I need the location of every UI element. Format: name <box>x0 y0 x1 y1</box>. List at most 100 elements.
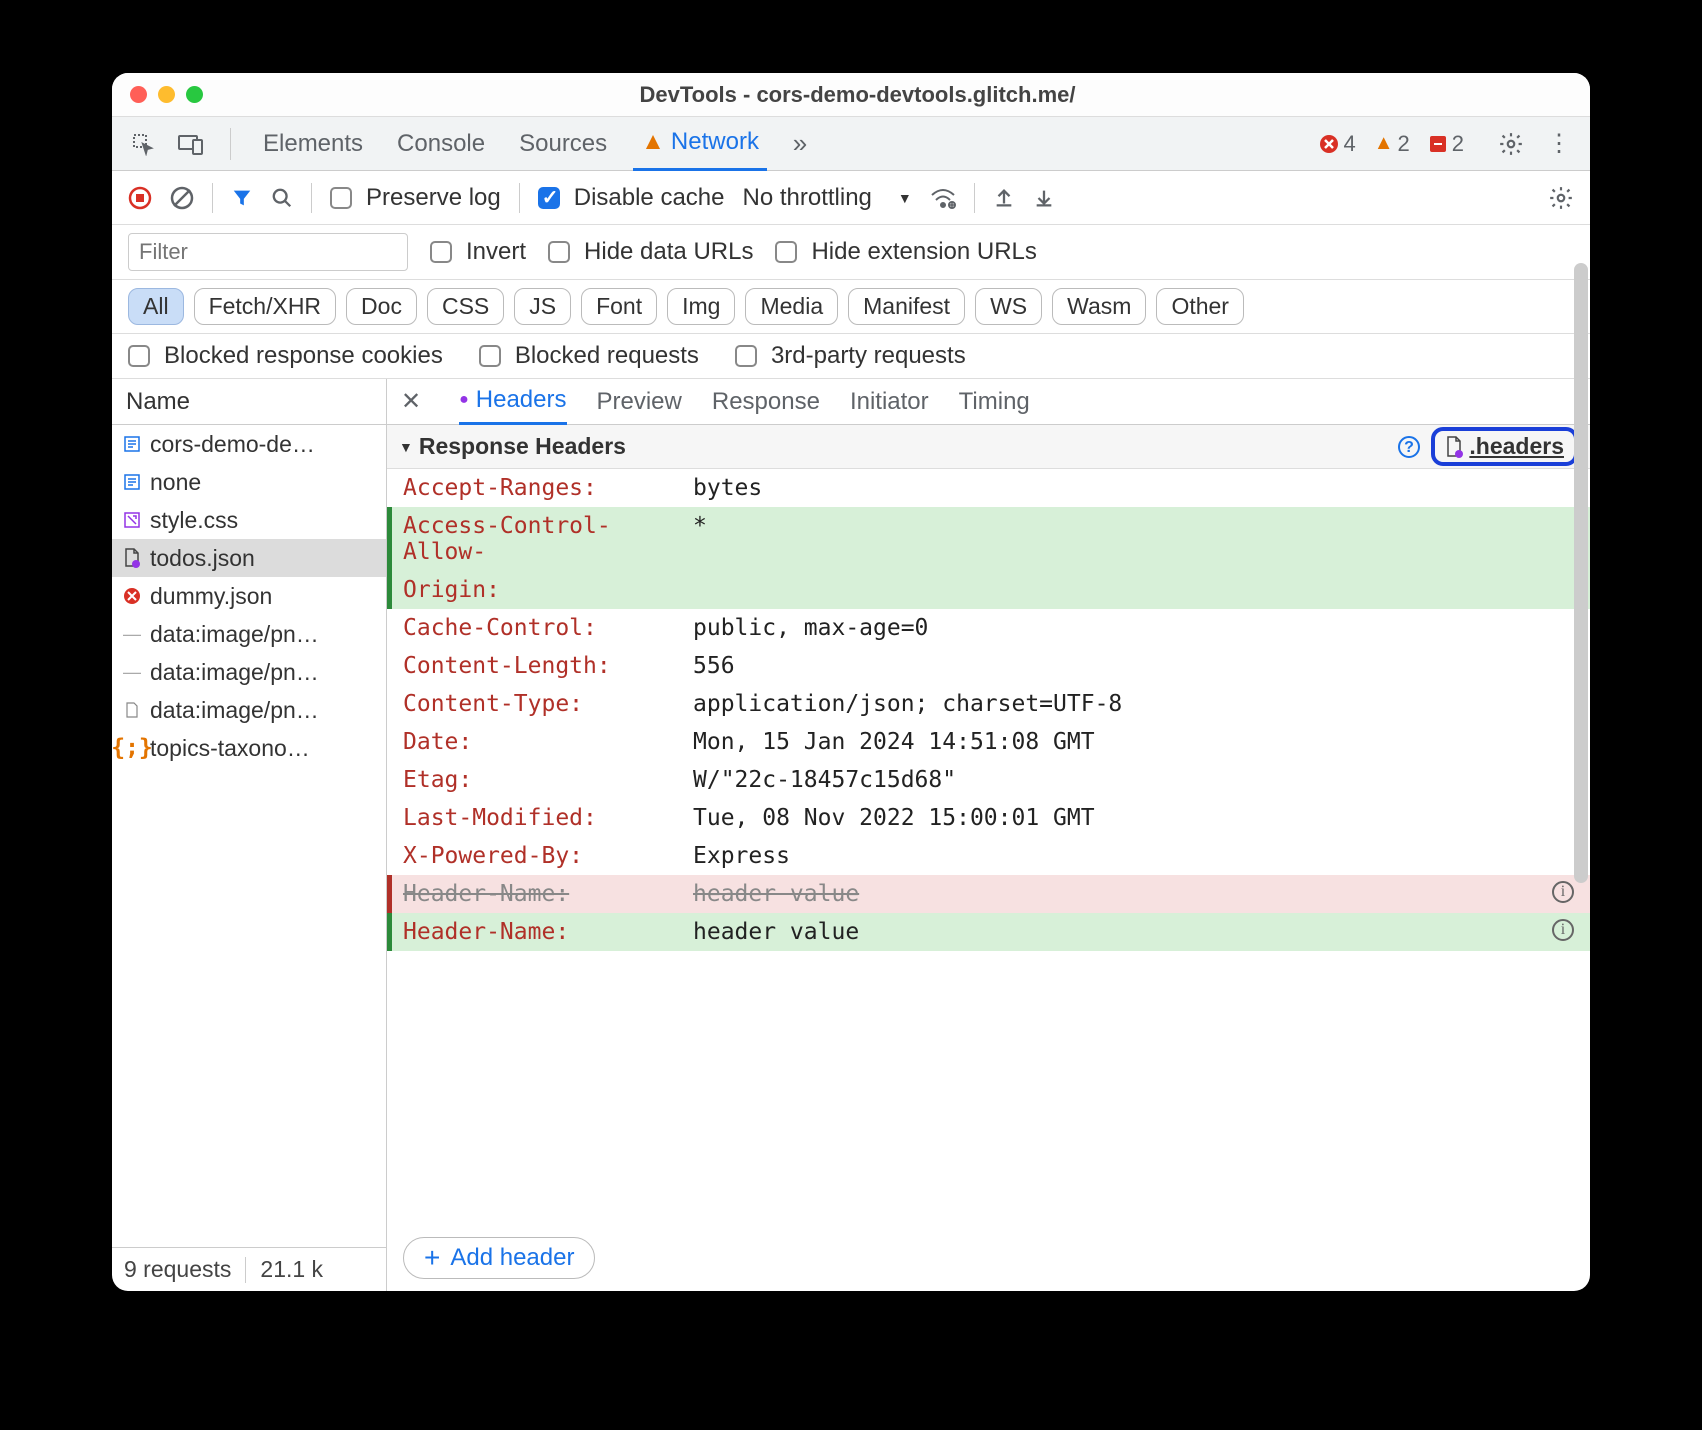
header-row[interactable]: Accept-Ranges:bytes <box>387 469 1590 507</box>
network-settings-icon[interactable] <box>1548 185 1574 211</box>
headers-body: Accept-Ranges:bytesAccess-Control-Allow-… <box>387 469 1590 1225</box>
header-row[interactable]: Access-Control-Allow-* <box>387 507 1590 571</box>
throttling-select[interactable]: No throttling▼ <box>742 184 911 212</box>
info-icon[interactable]: i <box>1552 881 1574 903</box>
hide-data-urls-toggle[interactable]: Hide data URLs <box>548 238 753 266</box>
inspect-icon[interactable] <box>128 129 158 159</box>
clear-button[interactable] <box>170 186 194 210</box>
header-name: Date: <box>403 729 693 755</box>
filter-input[interactable] <box>128 233 408 271</box>
name-column-header[interactable]: Name <box>112 379 386 425</box>
chip-all[interactable]: All <box>128 288 184 325</box>
request-item[interactable]: dummy.json <box>112 577 386 615</box>
chip-media[interactable]: Media <box>745 288 838 325</box>
tab-headers[interactable]: ●Headers <box>459 379 566 425</box>
header-row[interactable]: X-Powered-By:Express <box>387 837 1590 875</box>
header-row[interactable]: Content-Type:application/json; charset=U… <box>387 685 1590 723</box>
window-title: DevTools - cors-demo-devtools.glitch.me/ <box>143 82 1572 108</box>
request-item[interactable]: todos.json <box>112 539 386 577</box>
status-footer: 9 requests 21.1 k <box>112 1247 386 1291</box>
request-item[interactable]: data:image/pn… <box>112 691 386 729</box>
chip-css[interactable]: CSS <box>427 288 504 325</box>
record-button[interactable] <box>128 186 152 210</box>
kebab-menu-icon[interactable]: ⋮ <box>1544 129 1574 159</box>
tab-initiator[interactable]: Initiator <box>850 379 929 425</box>
blocked-response-cookies-toggle[interactable]: Blocked response cookies <box>128 342 443 370</box>
search-icon[interactable] <box>271 187 293 209</box>
add-header-button[interactable]: + Add header <box>403 1237 595 1279</box>
chip-font[interactable]: Font <box>581 288 657 325</box>
file-type-icon <box>122 510 142 530</box>
tab-elements[interactable]: Elements <box>255 117 371 171</box>
header-row[interactable]: Header-Name:header valuei <box>387 913 1590 951</box>
request-item[interactable]: {;}topics-taxono… <box>112 729 386 767</box>
tab-console[interactable]: Console <box>389 117 493 171</box>
type-filter-bar: All Fetch/XHR Doc CSS JS Font Img Media … <box>112 280 1590 334</box>
third-party-requests-toggle[interactable]: 3rd-party requests <box>735 342 966 370</box>
request-item[interactable]: —data:image/pn… <box>112 615 386 653</box>
chip-js[interactable]: JS <box>514 288 571 325</box>
checkbox-icon <box>430 241 452 263</box>
upload-har-icon[interactable] <box>993 187 1015 209</box>
preserve-log-toggle[interactable]: Preserve log <box>330 184 501 212</box>
header-row[interactable]: Header-Name:header valuei <box>387 875 1590 913</box>
header-name: Access-Control-Allow- <box>403 513 693 565</box>
header-row[interactable]: Content-Length:556 <box>387 647 1590 685</box>
header-name: Origin: <box>403 577 693 603</box>
info-icon[interactable]: i <box>1552 919 1574 941</box>
file-type-icon <box>122 472 142 492</box>
tab-response[interactable]: Response <box>712 379 820 425</box>
invert-toggle[interactable]: Invert <box>430 238 526 266</box>
chip-img[interactable]: Img <box>667 288 735 325</box>
error-badge[interactable]: 4 <box>1319 131 1355 157</box>
tab-preview[interactable]: Preview <box>597 379 682 425</box>
checkbox-icon <box>128 345 150 367</box>
header-row[interactable]: Last-Modified:Tue, 08 Nov 2022 15:00:01 … <box>387 799 1590 837</box>
svg-text:?: ? <box>1405 439 1415 456</box>
header-row[interactable]: Cache-Control:public, max-age=0 <box>387 609 1590 647</box>
more-tabs-icon[interactable]: » <box>785 129 815 159</box>
warning-badge[interactable]: ▲ 2 <box>1374 131 1410 157</box>
response-headers-section[interactable]: ▼ Response Headers ? .headers <box>387 425 1590 469</box>
filter-icon[interactable] <box>231 187 253 209</box>
tab-sources[interactable]: Sources <box>511 117 615 171</box>
issues-icon <box>1428 134 1448 154</box>
chip-ws[interactable]: WS <box>975 288 1042 325</box>
request-item[interactable]: none <box>112 463 386 501</box>
issues-badge[interactable]: 2 <box>1428 131 1464 157</box>
request-item[interactable]: style.css <box>112 501 386 539</box>
header-name: Accept-Ranges: <box>403 475 693 501</box>
header-value: Mon, 15 Jan 2024 14:51:08 GMT <box>693 729 1574 755</box>
header-row[interactable]: Etag:W/"22c-18457c15d68" <box>387 761 1590 799</box>
request-item[interactable]: —data:image/pn… <box>112 653 386 691</box>
chip-wasm[interactable]: Wasm <box>1052 288 1146 325</box>
header-name: Last-Modified: <box>403 805 693 831</box>
request-item[interactable]: cors-demo-de… <box>112 425 386 463</box>
scrollbar[interactable] <box>1574 263 1588 883</box>
file-type-icon: — <box>122 624 142 644</box>
header-row[interactable]: Date:Mon, 15 Jan 2024 14:51:08 GMT <box>387 723 1590 761</box>
blocked-requests-toggle[interactable]: Blocked requests <box>479 342 699 370</box>
error-icon <box>1319 134 1339 154</box>
network-conditions-icon[interactable] <box>930 187 956 209</box>
header-name: Content-Length: <box>403 653 693 679</box>
close-detail-icon[interactable]: ✕ <box>401 387 429 416</box>
disable-cache-toggle[interactable]: Disable cache <box>538 184 725 212</box>
help-icon[interactable]: ? <box>1397 435 1421 459</box>
hide-extension-urls-toggle[interactable]: Hide extension URLs <box>775 238 1036 266</box>
chip-doc[interactable]: Doc <box>346 288 417 325</box>
settings-icon[interactable] <box>1496 129 1526 159</box>
file-name: data:image/pn… <box>150 697 319 724</box>
tab-timing[interactable]: Timing <box>959 379 1030 425</box>
tab-label: Sources <box>519 130 607 158</box>
device-toolbar-icon[interactable] <box>176 129 206 159</box>
download-har-icon[interactable] <box>1033 187 1055 209</box>
tab-network[interactable]: ▲ Network <box>633 117 767 171</box>
file-type-icon <box>122 586 142 606</box>
error-count: 4 <box>1343 131 1355 157</box>
chip-fetch[interactable]: Fetch/XHR <box>194 288 336 325</box>
chip-manifest[interactable]: Manifest <box>848 288 965 325</box>
headers-override-link[interactable]: .headers <box>1431 427 1578 466</box>
checkbox-icon <box>735 345 757 367</box>
chip-other[interactable]: Other <box>1156 288 1244 325</box>
